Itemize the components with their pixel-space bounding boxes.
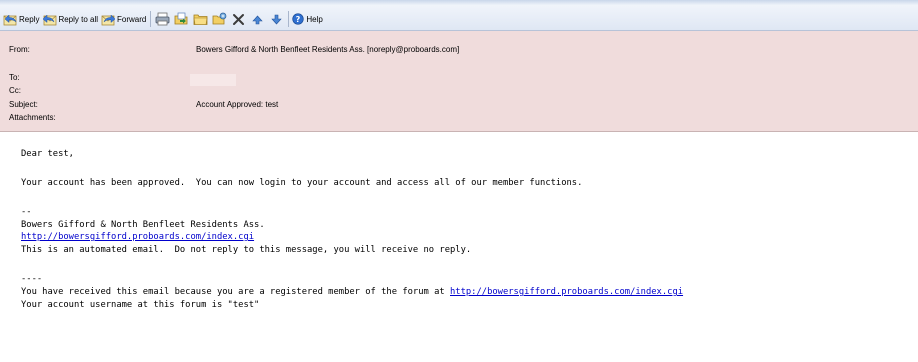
- cc-label: Cc:: [9, 86, 21, 95]
- subject-value: Account Approved: test: [196, 100, 279, 109]
- forward-button[interactable]: Forward: [100, 10, 148, 28]
- svg-text:?: ?: [296, 14, 301, 23]
- folder-icon: [193, 14, 208, 25]
- forward-label: Forward: [117, 14, 147, 24]
- automated-notice: This is an automated email. Do not reply…: [21, 245, 472, 255]
- username-line: Your account username at this forum is "…: [21, 300, 260, 310]
- rules-button[interactable]: [210, 10, 229, 28]
- folder-button[interactable]: [191, 10, 210, 28]
- help-icon: ?: [292, 12, 305, 26]
- move-to-folder-button[interactable]: [172, 10, 191, 28]
- signature-dashes: --: [21, 207, 32, 217]
- help-label: Help: [306, 14, 323, 24]
- approved-line: Your account has been approved. You can …: [21, 178, 583, 188]
- next-item-button[interactable]: [267, 10, 286, 28]
- toolbar-buttons: Reply Reply to all Forward ? Help: [2, 9, 325, 29]
- subject-label: Subject:: [9, 100, 38, 109]
- to-value-redacted: [190, 74, 236, 86]
- to-label: To:: [9, 73, 20, 82]
- previous-item-button[interactable]: [248, 10, 267, 28]
- help-button[interactable]: ? Help: [291, 10, 324, 28]
- reply-all-button[interactable]: Reply to all: [41, 10, 100, 28]
- email-window: Reply Reply to all Forward ? Help From: …: [0, 0, 918, 362]
- toolbar-separator: [150, 11, 152, 27]
- print-button[interactable]: [153, 10, 172, 28]
- signature-link[interactable]: http://bowersgifford.proboards.com/index…: [21, 232, 254, 242]
- reply-button[interactable]: Reply: [2, 10, 41, 28]
- forward-icon: [101, 13, 116, 26]
- down-arrow-icon: [271, 14, 283, 24]
- move-to-folder-icon: [174, 12, 188, 25]
- print-icon: [155, 12, 170, 26]
- greeting-line: Dear test,: [21, 149, 74, 159]
- delete-icon: [233, 13, 245, 25]
- toolbar: Reply Reply to all Forward ? Help: [0, 0, 918, 31]
- message-header: From: Bowers Gifford & North Benfleet Re…: [0, 31, 918, 132]
- toolbar-separator: [288, 11, 290, 27]
- reply-all-label: Reply to all: [58, 14, 99, 24]
- registered-line: You have received this email because you…: [21, 287, 683, 297]
- forum-link[interactable]: http://bowersgifford.proboards.com/index…: [450, 287, 683, 297]
- reply-label: Reply: [19, 14, 40, 24]
- reply-icon: [3, 13, 18, 26]
- from-label: From:: [9, 45, 30, 54]
- toolbar-top-edge: [0, 0, 918, 5]
- from-value[interactable]: Bowers Gifford & North Benfleet Resident…: [196, 45, 459, 54]
- up-arrow-icon: [252, 15, 264, 24]
- signature-name: Bowers Gifford & North Benfleet Resident…: [21, 220, 265, 230]
- attachments-label: Attachments:: [9, 113, 56, 122]
- footer-dashes: ----: [21, 274, 43, 284]
- rules-icon: [212, 12, 227, 25]
- registered-text: You have received this email because you…: [21, 287, 450, 297]
- delete-button[interactable]: [229, 10, 248, 28]
- reply-all-icon: [42, 13, 57, 26]
